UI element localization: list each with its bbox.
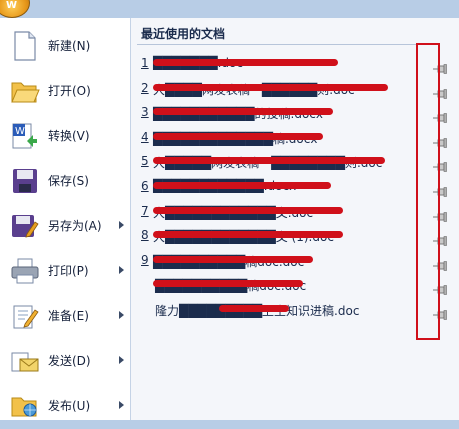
recent-document-item[interactable]: 隆力█████████卫生知识进稿.doc — [131, 298, 459, 322]
menu-item-save[interactable]: 保存(S) — [0, 157, 131, 204]
menu-item-label: 新建(N) — [48, 39, 91, 53]
redaction-scribble — [153, 108, 333, 116]
printer-icon — [8, 255, 42, 287]
redaction-scribble — [153, 206, 343, 214]
svg-text:W: W — [15, 126, 25, 137]
submenu-arrow-icon — [119, 266, 124, 274]
save-as-icon — [8, 210, 42, 242]
menu-item-label: 准备(E) — [48, 309, 89, 323]
menu-item-label: 保存(S) — [48, 174, 89, 188]
recent-document-number: 9 — [141, 252, 149, 267]
save-icon — [8, 165, 42, 197]
recent-document-number: 5 — [141, 154, 149, 169]
publish-icon — [8, 390, 42, 422]
menu-item-convert[interactable]: W 转换(V) — [0, 112, 131, 159]
redaction-scribble — [153, 255, 313, 263]
recent-documents-pane: 最近使用的文档 1███████.doc2大████网发表稿一██████则.d… — [131, 18, 459, 420]
submenu-arrow-icon — [119, 401, 124, 409]
redaction-scribble — [153, 280, 303, 288]
redaction-scribble — [219, 305, 289, 312]
office-orb-icon[interactable]: W — [0, 0, 30, 18]
recent-document-item[interactable]: 8大████████████文 (1).doc — [131, 224, 459, 248]
menu-item-label: 打开(O) — [48, 84, 91, 98]
recent-document-item[interactable]: 9██████████稿doc.doc — [131, 249, 459, 273]
recent-document-number: 3 — [141, 105, 149, 120]
redaction-scribble — [153, 157, 385, 165]
menu-item-label: 发布(U) — [48, 399, 91, 413]
redaction-scribble — [153, 83, 388, 91]
menu-item-label: 发送(D) — [48, 354, 91, 368]
divider — [137, 44, 417, 45]
menu-item-publish[interactable]: 发布(U) — [0, 382, 131, 429]
redaction-scribble — [153, 231, 343, 239]
submenu-arrow-icon — [119, 221, 124, 229]
convert-icon: W — [8, 120, 42, 152]
recent-document-number: 8 — [141, 228, 149, 243]
menu-item-save-as[interactable]: 另存为(A) — [0, 202, 131, 249]
prepare-icon — [8, 300, 42, 332]
recent-document-item[interactable]: 2大████网发表稿一██████则.doc — [131, 77, 459, 101]
recent-document-item[interactable]: ██████████稿doc.doc — [131, 273, 459, 297]
menu-item-send[interactable]: 发送(D) — [0, 337, 131, 384]
menu-item-prepare[interactable]: 准备(E) — [0, 292, 131, 339]
send-icon — [8, 345, 42, 377]
open-folder-icon — [8, 75, 42, 107]
recent-document-item[interactable]: 7大████████████文.doc — [131, 200, 459, 224]
recent-document-item[interactable]: 3███████████的投稿.docx — [131, 101, 459, 125]
submenu-arrow-icon — [119, 311, 124, 319]
recent-document-item[interactable]: 1███████.doc — [131, 52, 459, 76]
office-menu-commands: 新建(N) 打开(O) W 转换(V) 保存(S) 另存为(A) 打印(P) 准… — [0, 18, 131, 420]
recent-documents-title: 最近使用的文档 — [141, 27, 226, 41]
redaction-scribble — [153, 132, 323, 140]
recent-document-number: 6 — [141, 179, 149, 193]
recent-document-item[interactable]: 5大█████网发表稿一████████则.doc — [131, 150, 459, 174]
recent-document-number: 7 — [141, 203, 149, 218]
annotation-highlight-box — [416, 43, 440, 340]
recent-document-number: 4 — [141, 129, 149, 144]
menu-item-new[interactable]: 新建(N) — [0, 22, 131, 69]
submenu-arrow-icon — [119, 356, 124, 364]
menu-item-label: 另存为(A) — [48, 219, 102, 233]
recent-document-item[interactable]: 4█████████████稿.docx — [131, 126, 459, 150]
redaction-scribble — [153, 182, 331, 189]
recent-document-number: 2 — [141, 80, 149, 95]
menu-item-label: 转换(V) — [48, 129, 90, 143]
menu-item-label: 打印(P) — [48, 264, 89, 278]
recent-document-item[interactable]: 6████████████.docx — [131, 175, 459, 199]
menu-item-open[interactable]: 打开(O) — [0, 67, 131, 114]
redaction-scribble — [153, 59, 338, 66]
new-document-icon — [8, 30, 42, 62]
recent-document-number: 1 — [141, 56, 149, 70]
menu-item-print[interactable]: 打印(P) — [0, 247, 131, 294]
